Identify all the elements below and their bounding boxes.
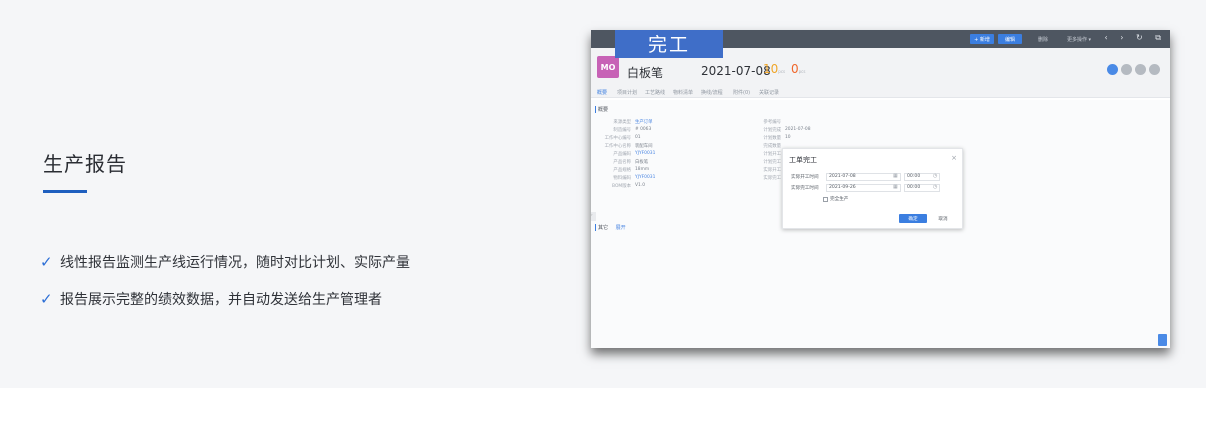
field-label: 来源类型 — [613, 120, 631, 125]
field-value: V1.0 — [635, 183, 645, 188]
tab-related[interactable]: 关联记录 — [759, 89, 779, 96]
field-label: 计划完成 — [763, 128, 781, 133]
record-tabs: 概要 项目计划 工艺路线 物料清单 换线/流程 附件(0) 关联记录 — [591, 86, 1170, 98]
field-label: 计划完工 — [763, 160, 781, 165]
field-value: 2021-07-08 — [785, 127, 811, 132]
field-label: 产品名称 — [613, 160, 631, 165]
tab-plan[interactable]: 项目计划 — [617, 89, 637, 96]
field-value: 装配车间 — [635, 144, 653, 149]
field-label: 计划开工 — [763, 152, 781, 157]
feature-bullet-2: ✓ 报告展示完整的绩效数据，并自动发送给生产管理者 — [40, 289, 382, 309]
field-value: 10 — [785, 135, 791, 140]
more-actions-button[interactable]: 更多操作 ▾ — [1061, 34, 1097, 44]
avatar: MO — [597, 56, 619, 78]
field-label: 参考编号 — [763, 120, 781, 125]
status-steps — [1107, 64, 1160, 75]
title-underline — [43, 190, 87, 193]
app-screenshot: + 新增 编辑 删除 更多操作 ▾ ‹ › ↻ ⧉ 完工 MO 白板笔 2021… — [591, 30, 1170, 348]
step-icon — [1107, 64, 1118, 75]
record-date: 2021-07-08 — [701, 64, 771, 78]
checkbox-label: 完全生产 — [830, 197, 849, 202]
complete-work-order-dialog: 工单完工 × 实际开工时间 2021-07-08 ▦ 00:00 ◷ 实际完工时… — [782, 148, 963, 229]
calendar-icon[interactable]: ▦ — [893, 184, 898, 190]
field-label: 计划数量 — [763, 136, 781, 141]
field-label: 实际开工 — [763, 168, 781, 173]
end-date-input[interactable]: 2021-09-26 — [826, 184, 901, 192]
new-button[interactable]: + 新增 — [970, 34, 994, 44]
tab-changeover[interactable]: 换线/流程 — [701, 89, 723, 96]
tab-overview[interactable]: 概要 — [597, 89, 607, 96]
step-icon — [1149, 64, 1160, 75]
field-value: 白板笔 — [635, 160, 649, 165]
done-qty: 0pcs — [791, 62, 806, 76]
calendar-icon[interactable]: ▦ — [893, 173, 898, 179]
done-status-badge: 完工 — [615, 30, 723, 58]
delete-button[interactable]: 删除 — [1031, 34, 1055, 44]
sidebar-toggle-icon[interactable]: › — [591, 212, 596, 221]
field-label: 工作中心名称 — [604, 144, 631, 149]
feature-bullet-1: ✓ 线性报告监测生产线运行情况，随时对比计划、实际产量 — [40, 252, 410, 272]
field-label: BOM版本 — [612, 184, 631, 189]
step-icon — [1121, 64, 1132, 75]
complete-production-checkbox[interactable]: 完全生产 — [823, 196, 848, 202]
check-icon: ✓ — [40, 290, 53, 308]
cancel-button[interactable]: 取消 — [933, 214, 953, 223]
product-name: 白板笔 — [627, 66, 664, 80]
field-label: 实际完工 — [763, 176, 781, 181]
section-overview: 概要 — [595, 106, 608, 113]
bullet-text-1: 线性报告监测生产线运行情况，随时对比计划、实际产量 — [60, 255, 410, 271]
field-value: 01 — [635, 135, 641, 140]
field-label: 工作中心编号 — [604, 136, 631, 141]
source-type-link[interactable]: 生产订单 — [635, 119, 653, 125]
field-label: 制造编号 — [613, 128, 631, 133]
end-time-label: 实际完工时间 — [791, 186, 819, 191]
bullet-text-2: 报告展示完整的绩效数据，并自动发送给生产管理者 — [60, 292, 382, 308]
field-label: 完成数量 — [763, 144, 781, 149]
tab-routing[interactable]: 工艺路线 — [645, 89, 665, 96]
field-label: 产品规格 — [613, 168, 631, 173]
expand-link[interactable]: 展开 — [616, 225, 626, 231]
clock-icon[interactable]: ◷ — [933, 184, 937, 190]
checkbox-icon[interactable] — [823, 196, 828, 202]
close-icon[interactable]: × — [951, 154, 957, 162]
help-button[interactable] — [1158, 334, 1167, 346]
material-code-link[interactable]: YJYF0031 — [635, 175, 655, 180]
nav-icons[interactable]: ‹ › ↻ ⧉ — [1105, 33, 1166, 43]
tab-attachments[interactable]: 附件(0) — [733, 89, 750, 96]
product-code-link[interactable]: YJYF0031 — [635, 151, 655, 156]
check-icon: ✓ — [40, 253, 53, 271]
dialog-title: 工单完工 — [789, 156, 817, 164]
field-label: 产品编码 — [613, 152, 631, 157]
start-date-input[interactable]: 2021-07-08 — [826, 173, 901, 181]
confirm-button[interactable]: 确定 — [899, 214, 927, 223]
field-label: 物料编码 — [613, 176, 631, 181]
clock-icon[interactable]: ◷ — [933, 173, 937, 179]
feature-section: 生产报告 ✓ 线性报告监测生产线运行情况，随时对比计划、实际产量 ✓ 报告展示完… — [0, 0, 1206, 388]
planned-qty: 10pcs — [763, 62, 786, 76]
section-other: 其它 展开 — [595, 224, 626, 231]
edit-button[interactable]: 编辑 — [998, 34, 1022, 44]
field-value: 18mm — [635, 167, 650, 172]
field-value: # 0063 — [635, 127, 652, 132]
section-title: 生产报告 — [43, 152, 127, 176]
tab-bom[interactable]: 物料清单 — [673, 89, 693, 96]
step-icon — [1135, 64, 1146, 75]
start-time-label: 实际开工时间 — [791, 175, 819, 180]
